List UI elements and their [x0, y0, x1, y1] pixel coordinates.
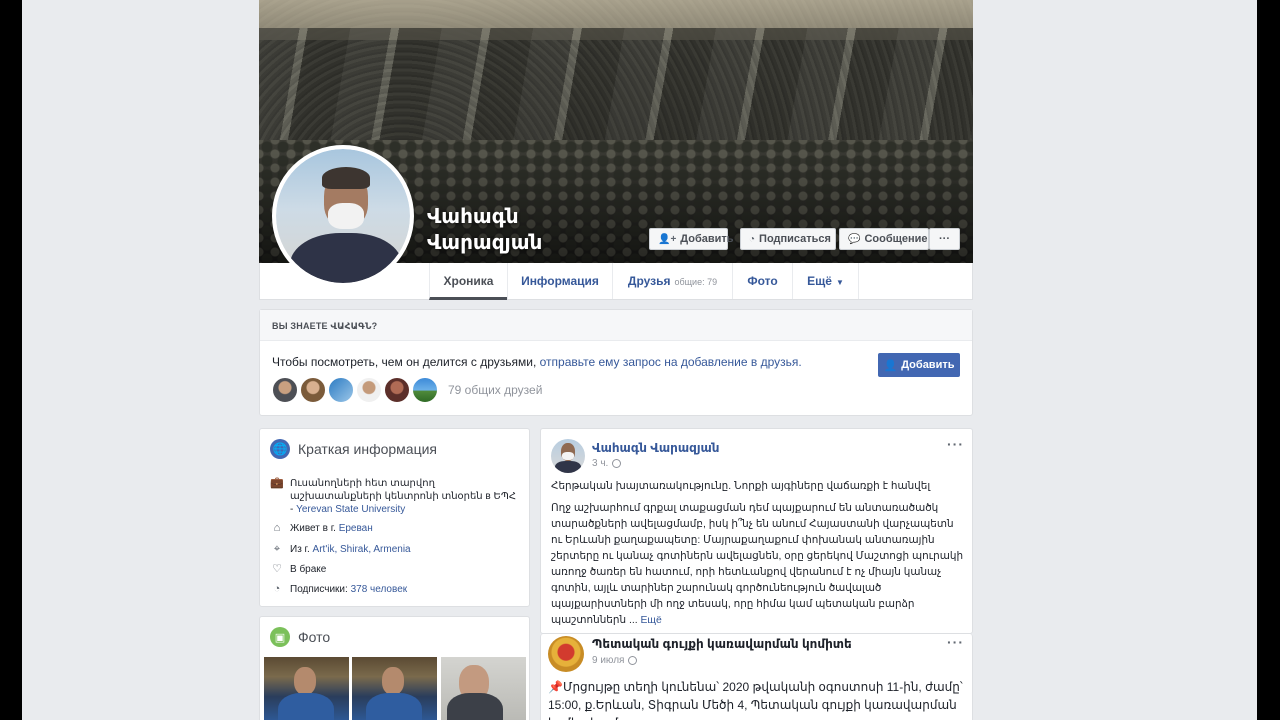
tab-about[interactable]: Информация: [507, 263, 612, 299]
mutual-friends-count[interactable]: 79 общих друзей: [448, 383, 542, 397]
photo-thumbnail[interactable]: [264, 657, 349, 720]
photos-card: ▣ Фото: [259, 616, 530, 720]
tab-about-label: Информация: [521, 274, 599, 288]
right-letterbox: [1257, 0, 1280, 720]
post-body-text: Մրցույթը տեղի կունենա՝ 2020 թվականի օգոս…: [548, 680, 963, 720]
intro-title-label: Краткая информация: [298, 441, 437, 457]
intro-card: 🌐 Краткая информация 💼 Ուսանողների հետ տ…: [259, 428, 530, 607]
add-friend-primary-label: Добавить: [901, 359, 955, 371]
post-menu-button[interactable]: ···: [947, 634, 964, 650]
tab-friends-label: Друзья: [627, 274, 671, 288]
post-body: Ողջ աշխարհում գրքալ տաքացման դեմ պայքարո…: [551, 501, 964, 629]
photos-title[interactable]: ▣ Фото: [270, 627, 330, 647]
do-you-know-prefix: Чтобы посмотреть, чем он делится с друзь…: [272, 355, 540, 369]
tab-more-label: Ещё: [807, 274, 832, 288]
message-button[interactable]: 💬 Сообщение: [839, 228, 929, 250]
location-pin-icon: ⌖: [273, 543, 281, 555]
lives-in-info: ⌂ Живет в г. Ереван: [270, 522, 373, 535]
do-you-know-card: ВЫ ЗНАЕТЕ ՎԱՀԱԳՆ? Чтобы посмотреть, чем …: [259, 309, 973, 416]
pin-icon: 📌: [548, 680, 563, 694]
post-timestamp[interactable]: 3 ч.: [592, 458, 622, 469]
work-link[interactable]: Yerevan State University: [296, 504, 405, 515]
home-icon: ⌂: [273, 522, 281, 534]
profile-name-last[interactable]: Վարազյան: [427, 230, 542, 256]
profile-picture[interactable]: [272, 145, 414, 287]
mutual-friend-avatar[interactable]: [356, 377, 382, 403]
post-author-name[interactable]: Պետական գույքի կառավարման կոմիտե: [592, 637, 852, 651]
intro-title: 🌐 Краткая информация: [270, 439, 437, 459]
subscribe-button[interactable]: ◔ Подписаться: [740, 228, 836, 250]
privacy-globe-icon: [612, 459, 622, 468]
add-friend-primary-button[interactable]: 👤 Добавить: [878, 353, 960, 377]
messenger-icon: 💬: [848, 233, 861, 245]
post-card: Վահագն Վարազյան 3 ч. ··· Հերթական խայտառ…: [540, 428, 973, 634]
tab-photos-label: Фото: [747, 274, 778, 288]
post-body-text: Ողջ աշխարհում գրքալ տաքացման դեմ պայքարո…: [551, 503, 964, 626]
tab-timeline[interactable]: Хроника: [429, 263, 507, 300]
work-info: 💼 Ուսանողների հետ տարվող աշխատանքների կե…: [270, 477, 520, 516]
subscribe-label: Подписаться: [759, 233, 831, 245]
work-text: Ուսանողների հետ տարվող աշխատանքների կենտ…: [290, 477, 520, 516]
tab-friends[interactable]: Друзья общие: 79: [612, 263, 732, 299]
tab-timeline-label: Хроника: [443, 274, 494, 288]
user-plus-icon: 👤+: [658, 233, 677, 245]
mutual-friend-avatar[interactable]: [328, 377, 354, 403]
more-actions-label: ···: [939, 233, 950, 245]
post-headline: Հերթական խայտառակությունը. Նորքի այգիներ…: [551, 481, 931, 492]
add-friend-label: Добавить: [680, 233, 734, 245]
profile-name[interactable]: Վահագն Վարազյան: [427, 204, 542, 256]
from-prefix: Из г.: [290, 544, 313, 555]
do-you-know-title: ВЫ ЗНАЕТЕ ՎԱՀԱԳՆ?: [260, 310, 972, 341]
post-body: 📌Մրցույթը տեղի կունենա՝ 2020 թվականի օգո…: [548, 678, 968, 720]
rss-icon: ◔: [749, 233, 756, 245]
briefcase-icon: 💼: [270, 477, 284, 489]
user-plus-icon: 👤: [883, 359, 898, 372]
from-link[interactable]: Art'ik, Shirak, Armenia: [313, 544, 411, 555]
message-label: Сообщение: [864, 233, 928, 245]
photo-thumbnail[interactable]: [441, 657, 526, 720]
friends-count: общие: 79: [674, 277, 718, 287]
post-card: Պետական գույքի կառավարման կոմիտե 9 июля …: [540, 634, 973, 720]
lives-link[interactable]: Ереван: [339, 523, 373, 534]
from-info: ⌖ Из г. Art'ik, Shirak, Armenia: [270, 543, 411, 556]
mutual-friends-row: 79 общих друзей: [272, 377, 542, 403]
photo-icon: ▣: [270, 627, 290, 647]
add-friend-button[interactable]: 👤+ Добавить: [649, 228, 734, 250]
see-more-link[interactable]: Ещё: [641, 615, 662, 626]
tab-photos[interactable]: Фото: [732, 263, 792, 299]
mutual-friend-avatar[interactable]: [412, 377, 438, 403]
send-friend-request-link[interactable]: отправьте ему запрос на добавление в дру…: [540, 355, 802, 369]
profile-name-first[interactable]: Վահագն: [427, 204, 542, 230]
post-author-avatar[interactable]: [551, 439, 585, 473]
followers-icon: ◔: [273, 583, 281, 595]
tab-more[interactable]: Ещё ▼: [792, 263, 859, 299]
lives-prefix: Живет в г.: [290, 523, 339, 534]
page-avatar[interactable]: [548, 636, 584, 672]
globe-icon: 🌐: [270, 439, 290, 459]
more-actions-button[interactable]: ···: [929, 228, 960, 250]
left-letterbox: [0, 0, 22, 720]
caret-down-icon: ▼: [835, 278, 844, 287]
do-you-know-text: Чтобы посмотреть, чем он делится с друзь…: [272, 355, 802, 369]
mutual-friend-avatar[interactable]: [300, 377, 326, 403]
post-menu-button[interactable]: ···: [947, 436, 964, 452]
post-author-name[interactable]: Վահագն Վարազյան: [592, 441, 720, 455]
mutual-friend-avatar[interactable]: [384, 377, 410, 403]
followers-info: ◔ Подписчики: 378 человек: [270, 583, 407, 596]
mutual-friend-avatar[interactable]: [272, 377, 298, 403]
relationship-info: ♡ В браке: [270, 563, 326, 576]
privacy-globe-icon: [628, 656, 638, 665]
photos-title-label: Фото: [298, 629, 331, 645]
post-time-label: 9 июля: [592, 655, 625, 666]
post-timestamp[interactable]: 9 июля: [592, 655, 638, 666]
post-time-label: 3 ч.: [592, 458, 609, 469]
relationship-label: В браке: [290, 564, 327, 575]
followers-link[interactable]: 378 человек: [351, 584, 408, 595]
heart-icon: ♡: [272, 563, 282, 575]
followers-prefix: Подписчики:: [290, 584, 351, 595]
photo-thumbnail[interactable]: [352, 657, 437, 720]
